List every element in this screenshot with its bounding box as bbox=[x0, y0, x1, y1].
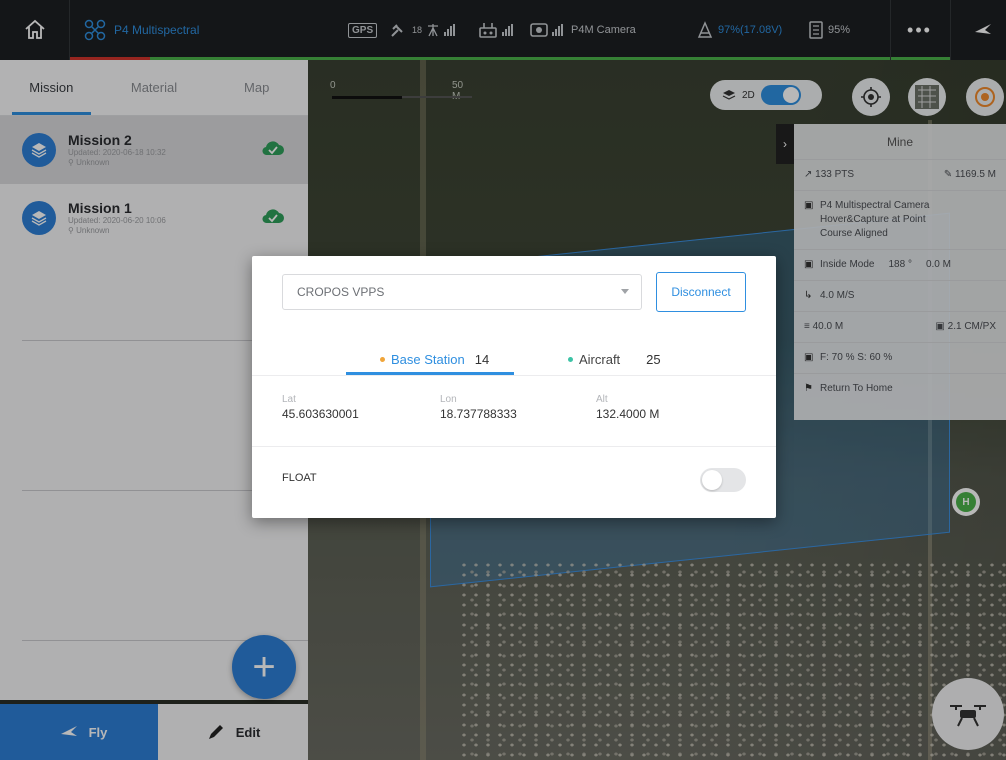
alt-label: Alt bbox=[596, 394, 608, 405]
latitude-block: Lat 45.603630001 bbox=[282, 394, 359, 421]
altitude-block: Alt 132.4000 M bbox=[596, 394, 659, 421]
tab-base-station[interactable]: Base Station 14 bbox=[380, 342, 489, 376]
base-station-label: Base Station bbox=[391, 351, 465, 367]
rtk-service-value: CROPOS VPPS bbox=[297, 285, 385, 299]
base-station-dot bbox=[380, 356, 385, 362]
fix-status-toggle[interactable] bbox=[700, 468, 746, 492]
rtk-connection-dialog: CROPOS VPPS Disconnect Base Station 14 A… bbox=[252, 256, 776, 518]
lat-value: 45.603630001 bbox=[282, 407, 359, 421]
rtk-service-select[interactable]: CROPOS VPPS bbox=[282, 274, 642, 310]
aircraft-dot bbox=[568, 356, 573, 362]
divider bbox=[252, 446, 776, 447]
divider bbox=[252, 375, 776, 376]
fix-status-label: FLOAT bbox=[282, 472, 317, 484]
caret-down-icon bbox=[621, 289, 629, 294]
aircraft-count: 25 bbox=[646, 351, 661, 367]
satellite-tabs: Base Station 14 Aircraft 25 bbox=[252, 342, 776, 376]
lat-label: Lat bbox=[282, 394, 296, 405]
base-station-count: 14 bbox=[474, 351, 490, 367]
disconnect-button[interactable]: Disconnect bbox=[656, 272, 746, 312]
longitude-block: Lon 18.737788333 bbox=[440, 394, 517, 421]
lon-value: 18.737788333 bbox=[440, 407, 517, 421]
alt-value: 132.4000 M bbox=[596, 407, 660, 421]
lon-label: Lon bbox=[440, 394, 457, 405]
aircraft-label: Aircraft bbox=[579, 351, 621, 367]
tab-aircraft[interactable]: Aircraft 25 bbox=[568, 342, 661, 376]
